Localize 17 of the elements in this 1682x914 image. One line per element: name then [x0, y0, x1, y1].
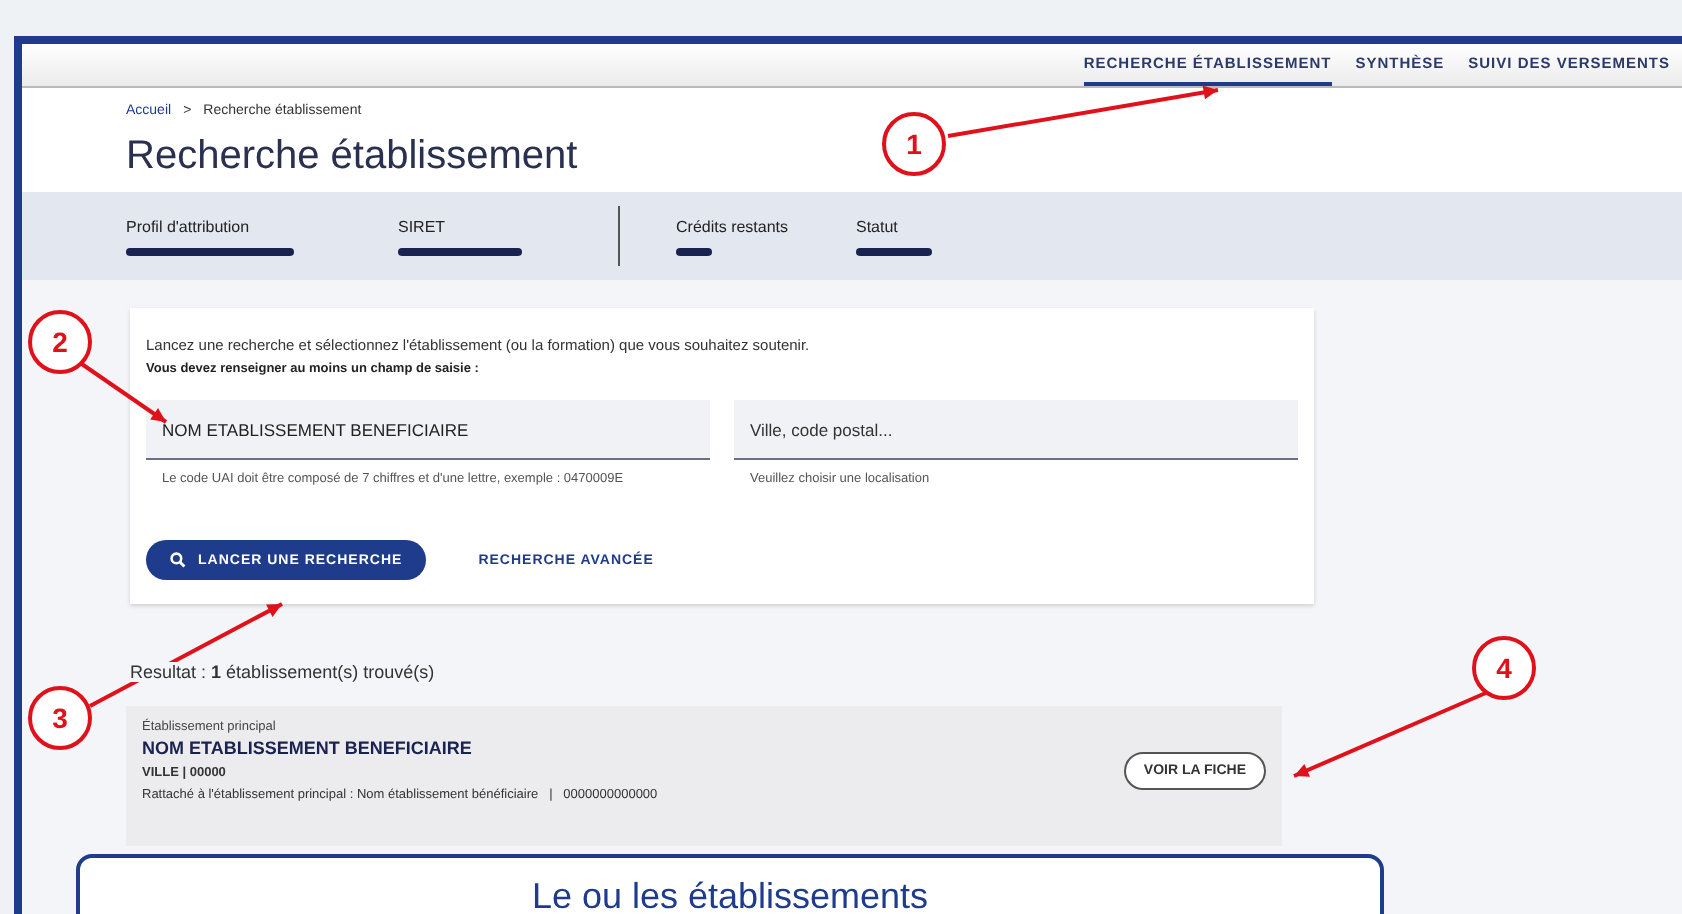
stat-label: Profil d'attribution: [126, 217, 252, 235]
result-summary: Resultat : 1 établissement(s) trouvé(s): [130, 662, 435, 683]
value-placeholder-bar: [856, 247, 932, 255]
value-placeholder-bar: [398, 247, 522, 255]
value-placeholder-bar: [676, 247, 712, 255]
stat-label: Statut: [856, 217, 900, 235]
stat-label: SIRET: [398, 217, 448, 235]
input-field[interactable]: Ville, code postal...: [734, 400, 1298, 460]
search-icon: [170, 552, 186, 569]
annotation-marker: 2: [28, 310, 92, 374]
result-name: NOM ETABLISSEMENT BENEFICIAIRE: [142, 738, 474, 759]
annotation-marker: 4: [1472, 636, 1536, 700]
stat-label: Crédits restants: [676, 217, 791, 235]
page-title: Recherche établissement: [126, 134, 578, 180]
caption-text: Le ou les établissements: [531, 876, 929, 914]
input-field[interactable]: NOM ETABLISSEMENT BENEFICIAIRE: [146, 400, 710, 460]
annotation-marker: 3: [28, 686, 92, 750]
